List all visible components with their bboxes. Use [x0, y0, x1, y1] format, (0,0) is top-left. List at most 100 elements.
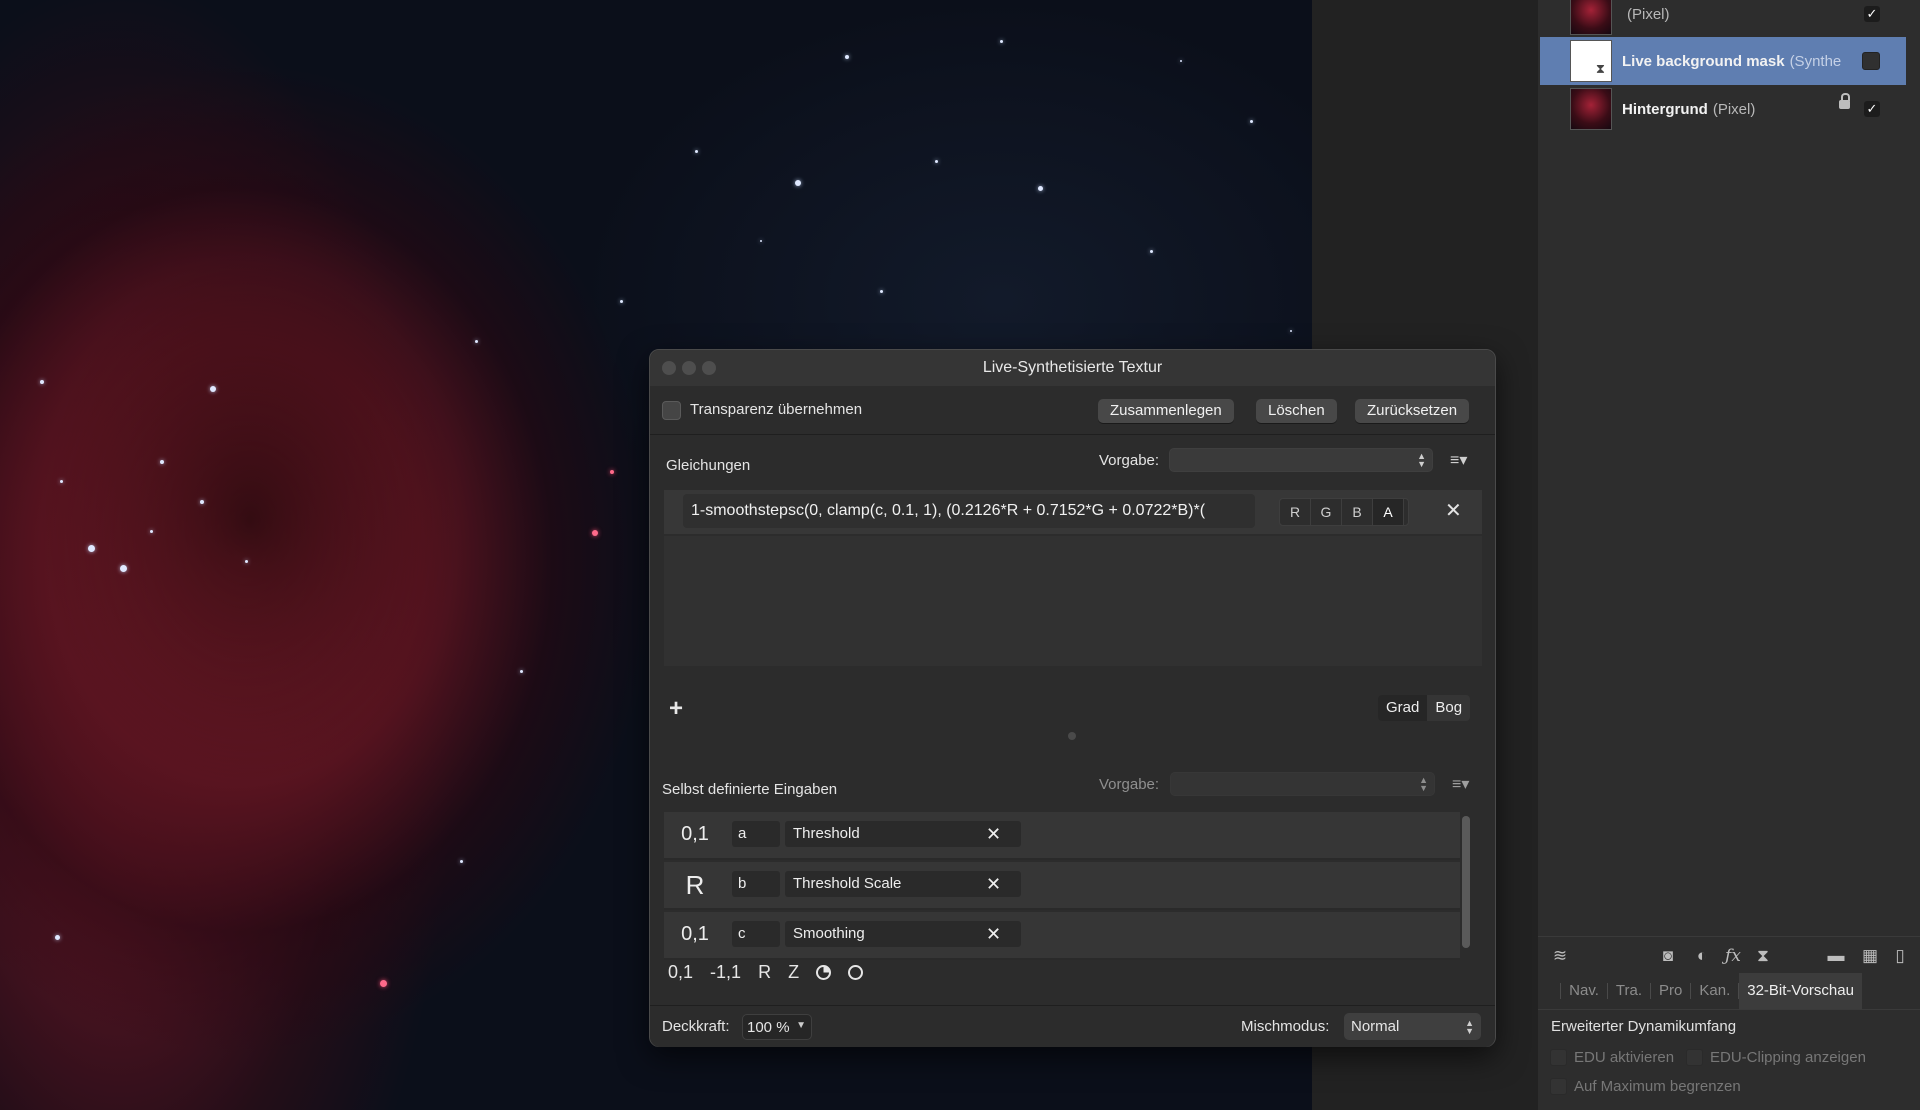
layers-icon[interactable]: ≋: [1550, 946, 1570, 966]
star: [40, 380, 44, 384]
merge-button[interactable]: Zusammenlegen: [1098, 399, 1234, 423]
hourglass-icon: ⧗: [1595, 61, 1605, 76]
layer-name: Hintergrund: [1622, 100, 1708, 118]
layer-type: (Pixel): [1627, 5, 1670, 23]
channel-b-toggle[interactable]: B: [1342, 499, 1373, 525]
visibility-checkbox[interactable]: [1862, 52, 1880, 70]
input-variable[interactable]: b: [732, 871, 780, 897]
opacity-value: 100 %: [747, 1019, 790, 1036]
input-row-b: R b Threshold Scale ✕: [664, 862, 1460, 910]
layer-name: Live background mask: [1622, 52, 1785, 70]
reset-button[interactable]: Zurücksetzen: [1355, 399, 1470, 423]
limit-max-option[interactable]: Auf Maximum begrenzen: [1550, 1078, 1741, 1095]
visibility-checkbox[interactable]: ✓: [1864, 101, 1880, 117]
synthesized-texture-dialog: Live-Synthetisierte Textur Transparenz ü…: [649, 349, 1496, 1047]
remove-input-button[interactable]: ✕: [986, 924, 1001, 944]
inputs-preset-label: Vorgabe:: [1099, 776, 1160, 793]
star: [160, 460, 164, 464]
equations-menu-icon[interactable]: ≡▾: [1450, 450, 1467, 470]
folder-icon[interactable]: ▬: [1826, 946, 1846, 966]
transparency-checkbox[interactable]: [662, 401, 681, 420]
updown-icon: ▲ ▼: [1417, 451, 1426, 469]
equation-input[interactable]: 1-smoothstepsc(0, clamp(c, 0.1, 1), (0.2…: [683, 494, 1255, 528]
remove-input-button[interactable]: ✕: [986, 824, 1001, 844]
add-input-colour-icon[interactable]: [816, 965, 832, 980]
edr-clipping-option[interactable]: EDU-Clipping anzeigen: [1686, 1049, 1866, 1066]
splitter-handle[interactable]: [1068, 732, 1076, 740]
panel-tab-bar: Nav. Tra. Pro Kan. 32-Bit-Vorschau: [1538, 973, 1920, 1010]
blend-mode-value: Normal: [1351, 1018, 1400, 1035]
add-input-real-button[interactable]: R: [758, 962, 771, 983]
add-input-minus1-1-button[interactable]: -1,1: [710, 962, 741, 983]
remove-input-button[interactable]: ✕: [986, 874, 1001, 894]
opacity-input[interactable]: 100 % ▼: [742, 1014, 812, 1040]
checkbox[interactable]: [1686, 1049, 1703, 1066]
input-row-a: 0,1 a Threshold ✕: [664, 812, 1460, 860]
inputs-menu-icon[interactable]: ≡▾: [1452, 774, 1469, 794]
remove-equation-button[interactable]: ✕: [1445, 501, 1462, 521]
layer-row-pixel[interactable]: (Pixel) ✓: [1540, 0, 1906, 38]
dialog-topbar: Transparenz übernehmen Zusammenlegen Lös…: [650, 386, 1495, 435]
channel-selector: R G B A: [1279, 498, 1409, 526]
channel-a-toggle[interactable]: A: [1373, 499, 1404, 525]
inputs-preset-select[interactable]: ▲ ▼: [1170, 772, 1435, 796]
option-label: Auf Maximum begrenzen: [1574, 1078, 1741, 1095]
option-label: EDU aktivieren: [1574, 1049, 1675, 1066]
layer-row-hintergrund[interactable]: Hintergrund (Pixel) ✓: [1540, 85, 1906, 133]
tab-pro[interactable]: Pro: [1651, 983, 1692, 999]
star: [88, 545, 95, 552]
blend-mode-select[interactable]: Normal ▲ ▼: [1344, 1013, 1481, 1040]
add-input-angle-icon[interactable]: [848, 965, 864, 980]
tab-nav[interactable]: Nav.: [1561, 983, 1608, 999]
inputs-scrollbar-thumb[interactable]: [1462, 816, 1470, 948]
unit-radians-button[interactable]: Bog: [1427, 695, 1470, 721]
layer-type: (Pixel): [1712, 100, 1756, 118]
edr-enable-option[interactable]: EDU aktivieren: [1550, 1049, 1674, 1066]
star: [845, 55, 849, 59]
add-input-integer-button[interactable]: Z: [788, 962, 799, 983]
tab-32bit-preview[interactable]: 32-Bit-Vorschau: [1739, 973, 1862, 1009]
updown-icon: ▲ ▼: [1419, 775, 1428, 793]
add-equation-button[interactable]: +: [669, 695, 683, 723]
star: [245, 560, 248, 563]
star: [1290, 330, 1292, 332]
input-type: 0,1: [681, 823, 709, 845]
input-variable[interactable]: c: [732, 921, 780, 947]
equations-preset-select[interactable]: ▲ ▼: [1169, 448, 1433, 472]
input-variable[interactable]: a: [732, 821, 780, 847]
unit-degrees-button[interactable]: Grad: [1378, 695, 1428, 721]
star: [695, 150, 698, 153]
inputs-label: Selbst definierte Eingaben: [662, 781, 838, 798]
tab-channels[interactable]: Kan.: [1691, 983, 1740, 999]
dialog-titlebar[interactable]: Live-Synthetisierte Textur: [650, 350, 1495, 386]
fx-icon[interactable]: ƒx: [1723, 946, 1743, 966]
layer-row-live-background-mask[interactable]: ⧗ Live background mask (Synthe: [1540, 37, 1906, 85]
adjustment-icon[interactable]: ◐: [1692, 946, 1712, 966]
star: [460, 860, 463, 863]
star: [55, 935, 60, 940]
live-filter-icon[interactable]: ⧗: [1753, 946, 1773, 966]
checkbox[interactable]: [1550, 1049, 1567, 1066]
input-type: R: [685, 870, 705, 900]
trash-icon[interactable]: ▯: [1890, 946, 1910, 966]
delete-button[interactable]: Löschen: [1256, 399, 1337, 423]
layer-thumbnail: [1570, 88, 1612, 130]
channel-g-toggle[interactable]: G: [1311, 499, 1342, 525]
star: [150, 530, 153, 533]
channel-r-toggle[interactable]: R: [1280, 499, 1311, 525]
add-input-0-1-button[interactable]: 0,1: [668, 962, 693, 983]
checker-icon[interactable]: ▦: [1860, 946, 1880, 966]
checkbox[interactable]: [1550, 1078, 1567, 1095]
visibility-checkbox[interactable]: ✓: [1864, 6, 1880, 22]
tab-transform[interactable]: Tra.: [1608, 983, 1652, 999]
lock-icon[interactable]: [1839, 93, 1850, 109]
dialog-footer: Deckkraft: 100 % ▼ Mischmodus: Normal ▲ ▼: [650, 1005, 1495, 1047]
star: [1038, 186, 1043, 191]
star: [1180, 60, 1182, 62]
tab-handle[interactable]: [1538, 983, 1562, 999]
star: [1000, 40, 1003, 43]
mask-icon[interactable]: ◙: [1658, 946, 1678, 966]
hdr-section-title: Erweiterter Dynamikumfang: [1551, 1018, 1737, 1035]
dialog-title: Live-Synthetisierte Textur: [982, 359, 1163, 376]
star: [1150, 250, 1153, 253]
